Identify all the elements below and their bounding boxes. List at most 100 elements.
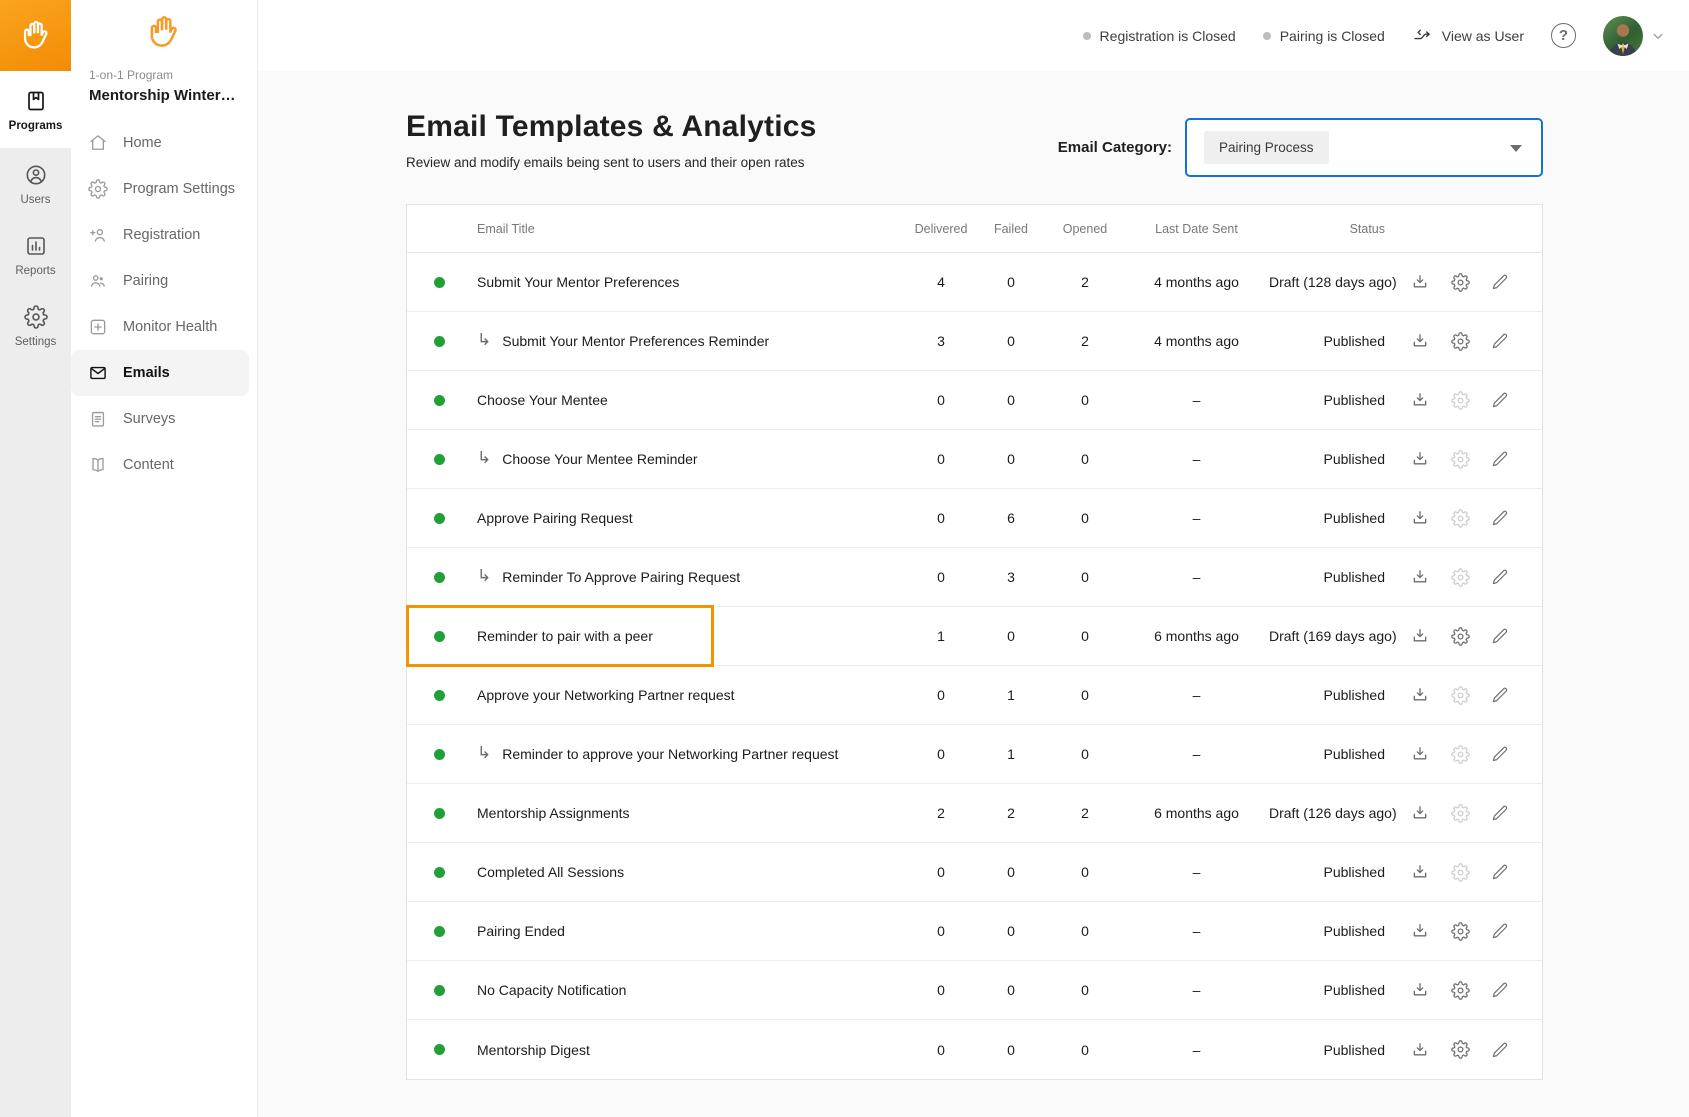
download-icon[interactable] bbox=[1410, 862, 1430, 882]
avatar[interactable] bbox=[1603, 16, 1643, 56]
rail-item-reports[interactable]: Reports bbox=[0, 219, 71, 290]
email-title: Reminder to approve your Networking Part… bbox=[502, 746, 838, 762]
failed-value: 0 bbox=[976, 451, 1046, 467]
gear-icon[interactable] bbox=[1451, 332, 1470, 351]
pencil-icon[interactable] bbox=[1491, 273, 1509, 291]
active-dot-icon bbox=[434, 749, 445, 760]
row-status-dot-cell bbox=[407, 985, 471, 996]
sidebar-item-program-settings[interactable]: Program Settings bbox=[71, 166, 257, 212]
view-as-user-button[interactable]: View as User bbox=[1412, 25, 1524, 46]
sidebar-item-label: Monitor Health bbox=[123, 319, 217, 335]
app-logo[interactable] bbox=[0, 0, 71, 71]
sidebar-item-label: Emails bbox=[123, 365, 170, 381]
download-icon[interactable] bbox=[1410, 567, 1430, 587]
sidebar-item-content[interactable]: Content bbox=[71, 442, 257, 488]
download-icon[interactable] bbox=[1410, 331, 1430, 351]
download-icon[interactable] bbox=[1410, 1040, 1430, 1060]
status-value: Published bbox=[1269, 333, 1401, 349]
download-icon[interactable] bbox=[1410, 980, 1430, 1000]
pencil-icon[interactable] bbox=[1491, 509, 1509, 527]
failed-value: 0 bbox=[976, 392, 1046, 408]
sidebar-item-label: Home bbox=[123, 135, 162, 151]
email-category-label: Email Category: bbox=[1058, 139, 1172, 156]
table-row: ↳ Choose Your Mentee Reminder 0 0 0 – Pu… bbox=[407, 430, 1542, 489]
pencil-icon[interactable] bbox=[1491, 745, 1509, 763]
last-date-sent-value: 6 months ago bbox=[1124, 805, 1269, 821]
gear-icon bbox=[88, 179, 108, 199]
row-actions bbox=[1401, 921, 1542, 941]
gear-icon[interactable] bbox=[1451, 745, 1470, 764]
help-button[interactable]: ? bbox=[1551, 23, 1576, 48]
status-value: Published bbox=[1269, 982, 1401, 998]
pencil-icon[interactable] bbox=[1491, 568, 1509, 586]
status-value: Draft (128 days ago) bbox=[1269, 274, 1401, 290]
gear-icon[interactable] bbox=[1451, 627, 1470, 646]
email-category-select[interactable]: Pairing Process bbox=[1185, 118, 1543, 177]
gear-icon[interactable] bbox=[1451, 804, 1470, 823]
status-value: Published bbox=[1269, 451, 1401, 467]
pencil-icon[interactable] bbox=[1491, 981, 1509, 999]
pencil-icon[interactable] bbox=[1491, 627, 1509, 645]
table-body: Submit Your Mentor Preferences 4 0 2 4 m… bbox=[407, 253, 1542, 1079]
pencil-icon[interactable] bbox=[1491, 922, 1509, 940]
gear-icon[interactable] bbox=[1451, 509, 1470, 528]
gear-icon[interactable] bbox=[1451, 686, 1470, 705]
program-sidebar: 1-on-1 Program Mentorship Winter S... Ho… bbox=[71, 0, 258, 1117]
row-actions bbox=[1401, 744, 1542, 764]
gear-icon[interactable] bbox=[1451, 981, 1470, 1000]
gear-icon[interactable] bbox=[1451, 1040, 1470, 1059]
gear-icon[interactable] bbox=[1451, 922, 1470, 941]
last-date-sent-value: 6 months ago bbox=[1124, 628, 1269, 644]
download-icon[interactable] bbox=[1410, 390, 1430, 410]
account-menu[interactable] bbox=[1603, 16, 1667, 56]
sidebar-item-emails[interactable]: Emails bbox=[71, 350, 249, 396]
gear-icon[interactable] bbox=[1451, 568, 1470, 587]
last-date-sent-value: – bbox=[1124, 1042, 1269, 1058]
rail-item-users[interactable]: Users bbox=[0, 148, 71, 219]
rail-item-settings[interactable]: Settings bbox=[0, 290, 71, 361]
gear-icon[interactable] bbox=[1451, 273, 1470, 292]
download-icon[interactable] bbox=[1410, 744, 1430, 764]
download-icon[interactable] bbox=[1410, 685, 1430, 705]
download-icon[interactable] bbox=[1410, 508, 1430, 528]
download-icon[interactable] bbox=[1410, 803, 1430, 823]
active-dot-icon bbox=[434, 631, 445, 642]
sidebar-item-surveys[interactable]: Surveys bbox=[71, 396, 257, 442]
pencil-icon[interactable] bbox=[1491, 332, 1509, 350]
program-header: 1-on-1 Program Mentorship Winter S... bbox=[71, 64, 257, 120]
email-title: Submit Your Mentor Preferences bbox=[477, 274, 679, 290]
pencil-icon[interactable] bbox=[1491, 686, 1509, 704]
pencil-icon[interactable] bbox=[1491, 450, 1509, 468]
gear-icon[interactable] bbox=[1451, 863, 1470, 882]
pencil-icon[interactable] bbox=[1491, 863, 1509, 881]
table-row: No Capacity Notification 0 0 0 – Publish… bbox=[407, 961, 1542, 1020]
download-icon[interactable] bbox=[1410, 272, 1430, 292]
download-icon[interactable] bbox=[1410, 449, 1430, 469]
failed-value: 6 bbox=[976, 510, 1046, 526]
pencil-icon[interactable] bbox=[1491, 804, 1509, 822]
opened-value: 0 bbox=[1046, 923, 1124, 939]
survey-icon bbox=[88, 409, 108, 429]
delivered-value: 0 bbox=[906, 746, 976, 762]
gear-icon[interactable] bbox=[1451, 391, 1470, 410]
sidebar-item-home[interactable]: Home bbox=[71, 120, 257, 166]
gear-icon[interactable] bbox=[1451, 450, 1470, 469]
row-actions bbox=[1401, 803, 1542, 823]
opened-value: 0 bbox=[1046, 569, 1124, 585]
sidebar-item-registration[interactable]: Registration bbox=[71, 212, 257, 258]
user-circle-icon bbox=[24, 163, 48, 187]
last-date-sent-value: – bbox=[1124, 746, 1269, 762]
email-title-cell: Completed All Sessions bbox=[471, 864, 906, 880]
pencil-icon[interactable] bbox=[1491, 391, 1509, 409]
download-icon[interactable] bbox=[1410, 921, 1430, 941]
pencil-icon[interactable] bbox=[1491, 1041, 1509, 1059]
failed-value: 1 bbox=[976, 687, 1046, 703]
chevron-down-icon[interactable] bbox=[1649, 27, 1667, 45]
sidebar-item-monitor-health[interactable]: Monitor Health bbox=[71, 304, 257, 350]
download-icon[interactable] bbox=[1410, 626, 1430, 646]
rail-item-programs[interactable]: Programs bbox=[0, 71, 71, 148]
question-icon: ? bbox=[1559, 27, 1568, 44]
delivered-value: 0 bbox=[906, 982, 976, 998]
sidebar-item-pairing[interactable]: Pairing bbox=[71, 258, 257, 304]
email-title: Approve Pairing Request bbox=[477, 510, 633, 526]
